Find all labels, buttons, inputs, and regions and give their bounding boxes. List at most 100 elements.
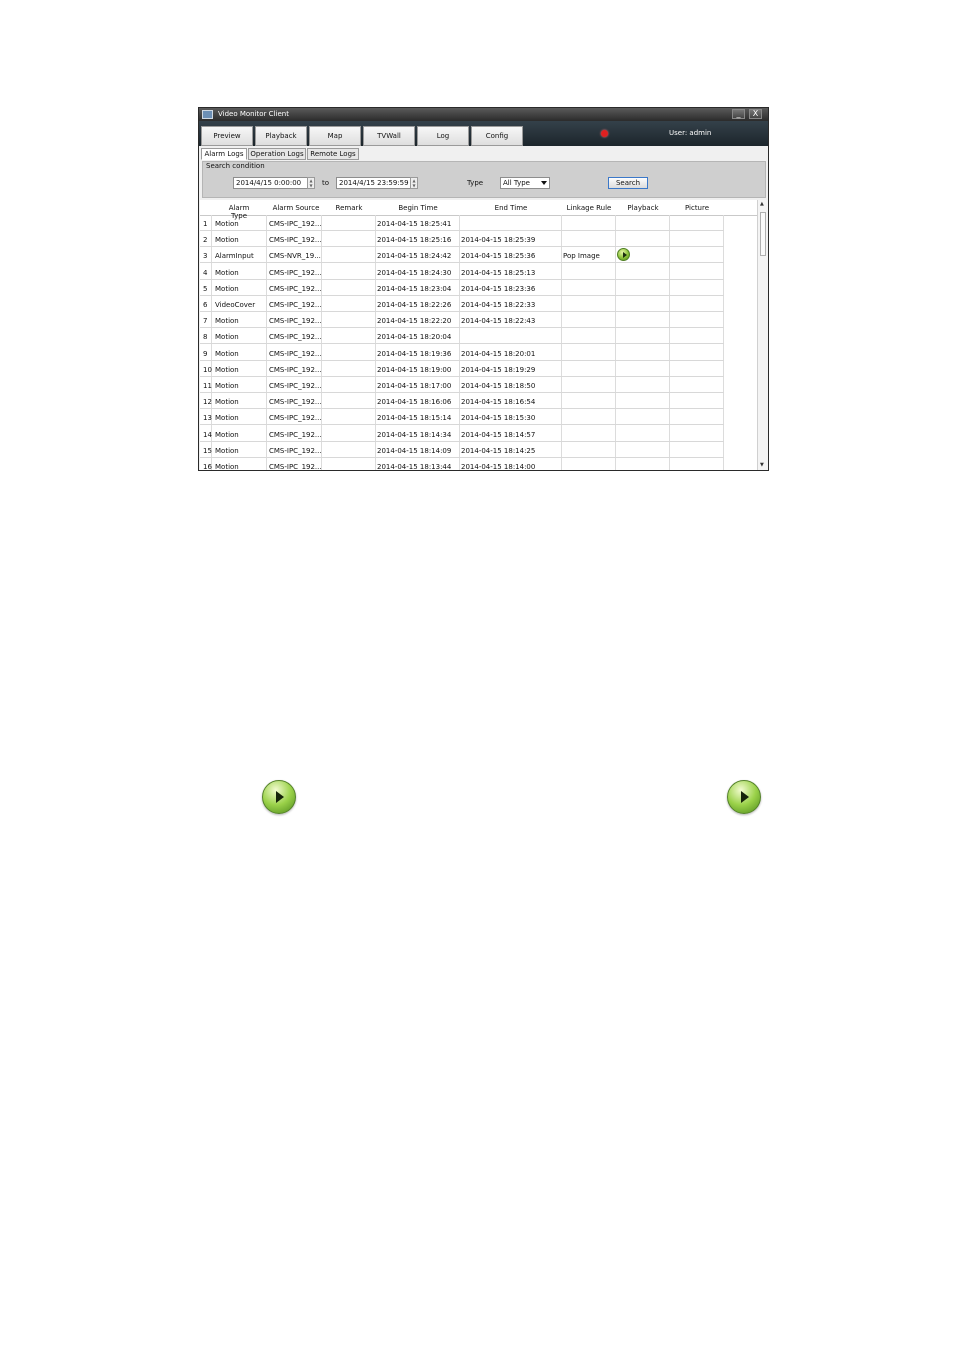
cell-alarm-type: AlarmInput: [215, 252, 254, 261]
play-icon[interactable]: [262, 780, 296, 814]
cell-begin-time: 2014-04-15 18:25:16: [377, 236, 452, 245]
cell-end-time: 2014-04-15 18:20:01: [461, 349, 536, 358]
table-row[interactable]: 13 Motion CMS-IPC_192... 2014-04-15 18:15:1…: [200, 409, 724, 426]
col-end-time[interactable]: End Time: [460, 204, 562, 212]
cell-alarm-source: CMS-IPC_192...: [269, 333, 322, 342]
title-bar: Video Monitor Client _ X: [199, 108, 768, 121]
table-row[interactable]: 16 Motion CMS-IPC_192... 2014-04-15 18:13:4…: [200, 458, 724, 470]
type-label: Type: [467, 179, 484, 187]
cell-alarm-type: Motion: [215, 284, 239, 293]
cell-end-time: 2014-04-15 18:14:57: [461, 430, 536, 439]
subtab-operation-logs[interactable]: Operation Logs: [248, 148, 306, 160]
tab-tvwall[interactable]: TVWall: [363, 126, 415, 146]
row-number: 7: [203, 317, 208, 326]
main-menu: Preview Playback Map TVWall Log Config U…: [199, 121, 768, 146]
cell-alarm-type: VideoCover: [215, 301, 256, 309]
cell-alarm-source: CMS-IPC_192...: [269, 430, 322, 439]
close-button[interactable]: X: [749, 109, 762, 119]
cell-begin-time: 2014-04-15 18:15:14: [377, 414, 452, 423]
start-time-spinner[interactable]: ▲ ▼: [307, 177, 315, 189]
cell-alarm-source: CMS-IPC_192...: [269, 365, 322, 374]
start-time-input[interactable]: 2014/4/15 0:00:00: [233, 177, 308, 189]
cell-begin-time: 2014-04-15 18:14:34: [377, 430, 452, 439]
table-row[interactable]: 5 Motion CMS-IPC_192... 2014-04-15 18:23:04…: [200, 280, 724, 296]
video-monitor-window: Video Monitor Client _ X Preview Playbac…: [198, 107, 769, 471]
cell-end-time: 2014-04-15 18:19:29: [461, 365, 536, 374]
cell-begin-time: 2014-04-15 18:24:30: [377, 268, 452, 277]
cell-begin-time: 2014-04-15 18:16:06: [377, 398, 452, 407]
table-row[interactable]: 8 Motion CMS-IPC_192... 2014-04-15 18:20:04: [200, 328, 724, 345]
subtab-remote-logs[interactable]: Remote Logs: [307, 148, 359, 160]
cell-end-time: 2014-04-15 18:14:25: [461, 446, 536, 455]
cell-begin-time: 2014-04-15 18:14:09: [377, 446, 452, 455]
table-row[interactable]: 14 Motion CMS-IPC_192... 2014-04-15 18:14:3…: [200, 426, 724, 442]
cell-alarm-source: CMS-IPC_192...: [269, 268, 322, 277]
minimize-button[interactable]: _: [732, 109, 745, 119]
type-select[interactable]: All Type: [500, 177, 550, 189]
col-picture[interactable]: Picture: [670, 204, 724, 212]
table-row[interactable]: 1 Motion CMS-IPC_192... 2014-04-15 18:25:41: [200, 215, 724, 231]
table-row[interactable]: 4 Motion CMS-IPC_192... 2014-04-15 18:24:30…: [200, 264, 724, 280]
cell-alarm-source: CMS-IPC_192...: [269, 414, 322, 423]
cell-begin-time: 2014-04-15 18:19:00: [377, 365, 452, 374]
col-playback[interactable]: Playback: [616, 204, 670, 212]
table-row[interactable]: 7 Motion CMS-IPC_192... 2014-04-15 18:22:20…: [200, 312, 724, 329]
cell-alarm-source: CMS-NVR_19...: [269, 252, 321, 261]
alarm-bell-icon[interactable]: [601, 130, 608, 137]
tab-map[interactable]: Map: [309, 126, 361, 146]
table-row[interactable]: 9 Motion CMS-IPC_192... 2014-04-15 18:19:36…: [200, 345, 724, 361]
table-row[interactable]: 3 AlarmInput CMS-NVR_19... 2014-04-15 18:24…: [200, 247, 724, 264]
end-time-input[interactable]: 2014/4/15 23:59:59: [336, 177, 411, 189]
col-linkage-rule[interactable]: Linkage Rule: [562, 204, 616, 212]
row-number: 2: [203, 236, 208, 245]
tab-config[interactable]: Config: [471, 126, 523, 146]
tab-playback[interactable]: Playback: [255, 126, 307, 146]
scroll-down-icon[interactable]: ▼: [760, 462, 764, 468]
cell-alarm-source: CMS-IPC_192...: [269, 236, 322, 245]
cell-begin-time: 2014-04-15 18:19:36: [377, 349, 452, 358]
user-label: User: admin: [669, 129, 712, 137]
col-alarm-source[interactable]: Alarm Source: [270, 204, 322, 212]
table-row[interactable]: 15 Motion CMS-IPC_192... 2014-04-15 18:14:0…: [200, 442, 724, 458]
col-begin-time[interactable]: Begin Time: [376, 204, 460, 212]
cell-end-time: 2014-04-15 18:25:13: [461, 268, 536, 277]
table-row[interactable]: 11 Motion CMS-IPC_192... 2014-04-15 18:17:0…: [200, 377, 724, 393]
scroll-up-icon[interactable]: ▲: [760, 201, 764, 207]
window-title: Video Monitor Client: [218, 110, 289, 118]
tab-preview[interactable]: Preview: [201, 126, 253, 146]
cell-alarm-type: Motion: [215, 463, 239, 470]
table-row[interactable]: 6 VideoCover CMS-IPC_192... 2014-04-15 18:2…: [200, 296, 724, 312]
scroll-thumb[interactable]: [760, 212, 766, 256]
cell-begin-time: 2014-04-15 18:24:42: [377, 252, 452, 261]
subtab-alarm-logs[interactable]: Alarm Logs: [201, 148, 247, 160]
row-number: 12: [203, 398, 212, 407]
table-row[interactable]: 2 Motion CMS-IPC_192... 2014-04-15 18:25:16…: [200, 231, 724, 248]
cell-alarm-type: Motion: [215, 220, 239, 228]
play-icon[interactable]: [617, 248, 630, 262]
row-number: 5: [203, 284, 208, 293]
cell-end-time: 2014-04-15 18:15:30: [461, 414, 536, 423]
cell-alarm-source: CMS-IPC_192...: [269, 317, 322, 326]
end-time-spinner[interactable]: ▲ ▼: [410, 177, 418, 189]
cell-alarm-source: CMS-IPC_192...: [269, 398, 322, 407]
cell-alarm-type: Motion: [215, 446, 239, 455]
row-number: 8: [203, 333, 208, 342]
cell-alarm-type: Motion: [215, 236, 239, 245]
cell-begin-time: 2014-04-15 18:20:04: [377, 333, 452, 342]
cell-alarm-type: Motion: [215, 333, 239, 342]
to-label: to: [322, 179, 330, 187]
alarm-log-table: Alarm Type Alarm Source Remark Begin Tim…: [200, 200, 768, 470]
row-number: 13: [203, 414, 212, 423]
cell-begin-time: 2014-04-15 18:22:20: [377, 317, 452, 326]
table-row[interactable]: 12 Motion CMS-IPC_192... 2014-04-15 18:16:0…: [200, 393, 724, 410]
row-number: 14: [203, 430, 212, 439]
play-icon[interactable]: [727, 780, 761, 814]
cell-end-time: 2014-04-15 18:14:00: [461, 463, 536, 470]
search-button[interactable]: Search: [608, 177, 648, 189]
log-subtabs: Alarm Logs Operation Logs Remote Logs: [199, 148, 768, 160]
table-row[interactable]: 10 Motion CMS-IPC_192... 2014-04-15 18:19:0…: [200, 361, 724, 377]
cell-end-time: 2014-04-15 18:22:43: [461, 317, 536, 326]
tab-log[interactable]: Log: [417, 126, 469, 146]
table-scrollbar[interactable]: ▲ ▼: [757, 200, 768, 470]
col-remark[interactable]: Remark: [322, 204, 376, 212]
